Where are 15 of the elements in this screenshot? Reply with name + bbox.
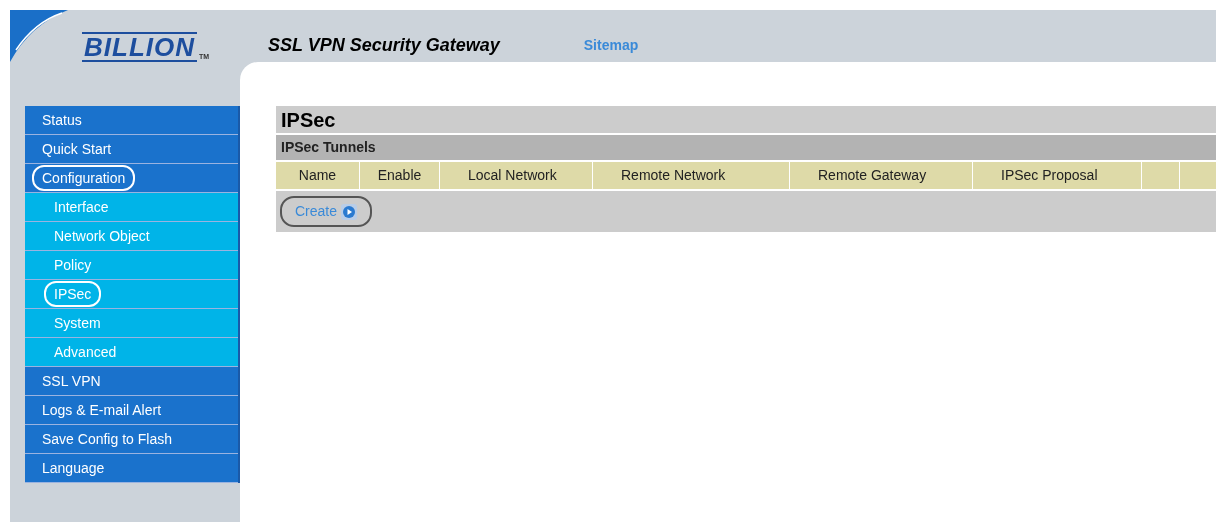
sidebar-item[interactable]: IPSec — [44, 281, 102, 307]
column-header: Name — [298, 166, 337, 185]
sidebar-item[interactable]: Configuration — [32, 165, 136, 191]
play-icon — [341, 203, 358, 220]
create-button[interactable]: Create — [280, 196, 373, 227]
page-title: IPSec — [281, 107, 336, 133]
column-header: IPSec Proposal — [1000, 166, 1099, 185]
section-title: IPSec Tunnels — [281, 138, 376, 157]
app-title: SSL VPN Security Gateway — [268, 34, 500, 57]
column-header: Local Network — [467, 166, 558, 185]
sitemap-link[interactable]: Sitemap — [583, 35, 639, 56]
column-header: Remote Network — [620, 166, 727, 185]
swoosh-drawing — [10, 10, 68, 62]
column-header: Enable — [377, 166, 422, 185]
column-header: Remote Gateway — [817, 166, 928, 185]
